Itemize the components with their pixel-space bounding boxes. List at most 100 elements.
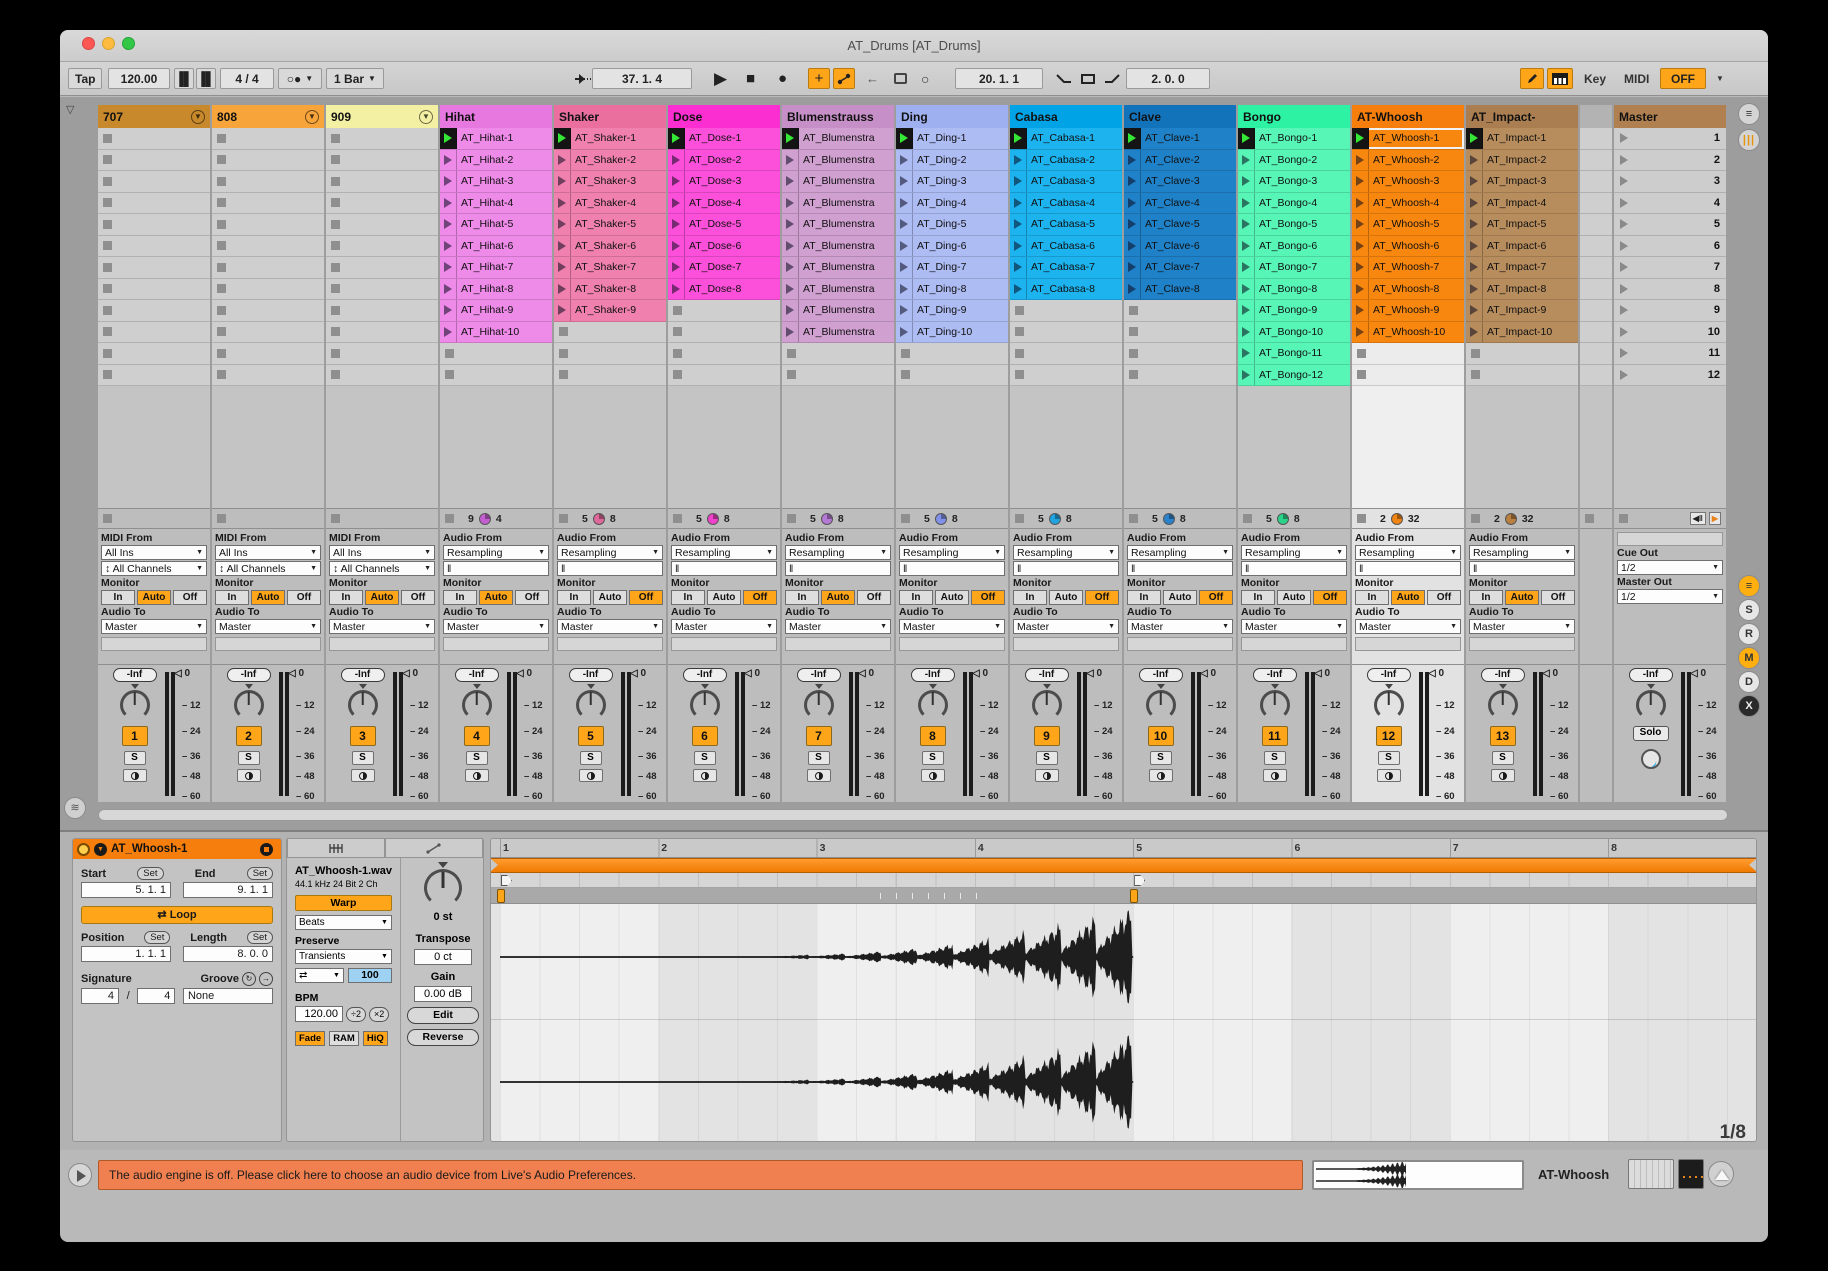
scene-launch-button[interactable] [1620,176,1628,186]
input-type-select[interactable]: All Ins▼ [329,545,435,560]
clip-slot[interactable]: AT_Bongo-2 [1238,150,1350,172]
clip[interactable]: AT_Ding-6 [896,236,1008,257]
clip[interactable]: AT_Impact-3 [1466,171,1578,192]
clip-launch-button[interactable] [1466,193,1483,214]
clip[interactable]: AT_Whoosh-6 [1352,236,1464,257]
clip-slot[interactable]: AT_Whoosh-1 [1352,128,1464,150]
pan-knob[interactable] [120,690,150,720]
stop-all-clips-square[interactable] [901,514,910,523]
clip-slot[interactable]: AT_Hihat-4 [440,193,552,215]
clip[interactable]: AT_Impact-1 [1466,128,1578,149]
empty-clip-slot[interactable] [98,300,210,322]
input-channel-select[interactable]: ‖ [557,561,663,576]
midi-off-indicator[interactable]: OFF [1660,68,1706,89]
clip-launch-button[interactable] [554,279,571,300]
loop-position-field[interactable]: 1. 1. 1 [81,946,171,962]
clip-stop-button[interactable] [217,198,226,207]
clip-launch-button[interactable] [1124,171,1141,192]
cue-out-select[interactable]: 1/2▼ [1617,560,1723,575]
track-activator-button[interactable]: 13 [1490,726,1516,746]
clip-slot[interactable]: AT_Blumenstra [782,193,894,215]
mixer-section-toggle-icon[interactable]: ||| [1738,129,1760,151]
clip-launch-button[interactable] [1352,150,1369,171]
double-bpm-button[interactable]: ×2 [369,1007,389,1022]
clip-launch-button[interactable] [1238,343,1255,364]
clip-launch-button[interactable] [1238,300,1255,321]
clip-slot[interactable]: AT_Impact-1 [1466,128,1578,150]
clip[interactable]: AT_Ding-9 [896,300,1008,321]
empty-clip-slot[interactable] [1352,343,1464,365]
clip-launch-button[interactable] [1124,128,1141,149]
empty-clip-slot[interactable] [212,257,324,279]
waveform-area[interactable]: 1/8 [491,904,1756,1142]
empty-clip-slot[interactable] [1124,343,1236,365]
clip-launch-button[interactable] [1124,257,1141,278]
clip-slot[interactable]: AT_Clave-4 [1124,193,1236,215]
clip[interactable]: AT_Hihat-6 [440,236,552,257]
clip-stop-button[interactable] [1015,327,1024,336]
clip-slot[interactable]: AT_Dose-4 [668,193,780,215]
clip-slot[interactable]: AT_Cabasa-5 [1010,214,1122,236]
pan-knob[interactable] [1260,690,1290,720]
clip-slot[interactable]: AT_Hihat-7 [440,257,552,279]
clip-fold-icon[interactable]: ▼ [94,843,107,856]
clip-stop-button[interactable] [331,349,340,358]
clip-launch-button[interactable] [554,214,571,235]
pan-knob[interactable] [690,690,720,720]
empty-clip-slot[interactable] [212,193,324,215]
output-channel-chooser[interactable] [899,637,1005,651]
output-select[interactable]: Master▼ [899,619,1005,634]
empty-clip-slot[interactable] [98,214,210,236]
clip-stop-button[interactable] [217,306,226,315]
clip[interactable]: AT_Shaker-1 [554,128,666,149]
empty-clip-slot[interactable] [668,365,780,387]
arm-button[interactable] [1263,769,1287,782]
empty-clip-slot[interactable] [1010,322,1122,344]
clip-launch-button[interactable] [1352,322,1369,343]
clip-slot[interactable]: AT_Clave-3 [1124,171,1236,193]
clip-slot[interactable]: AT_Clave-1 [1124,128,1236,150]
clip-slot[interactable]: AT_Shaker-7 [554,257,666,279]
clip-slot[interactable]: AT_Dose-5 [668,214,780,236]
master-header[interactable]: Master [1614,105,1726,128]
clip-slot[interactable]: AT_Clave-2 [1124,150,1236,172]
output-channel-chooser[interactable] [1127,637,1233,651]
volume-fader-handle[interactable]: ◁ 0 [1314,668,1330,679]
time-signature-field[interactable]: 4 / 4 [220,68,274,89]
input-type-select[interactable]: Resampling▼ [1469,545,1575,560]
clip[interactable]: AT_Ding-5 [896,214,1008,235]
clip-slot[interactable]: AT_Impact-10 [1466,322,1578,344]
scene-launch-button[interactable] [1620,262,1628,272]
empty-clip-slot[interactable] [212,300,324,322]
clip-launch-button[interactable] [1010,193,1027,214]
clip-slot[interactable]: AT_Dose-7 [668,257,780,279]
scrub-area[interactable] [491,873,1756,888]
clip-launch-button[interactable] [1466,257,1483,278]
clip-slot[interactable]: AT_Bongo-5 [1238,214,1350,236]
volume-fader-handle[interactable]: ◁ 0 [288,668,304,679]
clip-launch-button[interactable] [896,257,913,278]
track-volume-field[interactable]: -Inf [227,668,271,682]
stop-all-clips-square[interactable] [217,514,226,523]
empty-clip-slot[interactable] [326,214,438,236]
clip-launch-button[interactable] [1238,193,1255,214]
track-volume-field[interactable]: -Inf [1629,668,1673,682]
clip[interactable]: AT_Blumenstra [782,128,894,149]
monitor-in-button[interactable]: In [785,590,819,605]
input-channel-select[interactable]: ↕ All Channels▼ [329,561,435,576]
arm-button[interactable] [693,769,717,782]
monitor-auto-button[interactable]: Auto [821,590,855,605]
monitor-off-button[interactable]: Off [1085,590,1119,605]
track-header[interactable]: Ding [896,105,1008,128]
clip-slot[interactable]: AT_Bongo-4 [1238,193,1350,215]
clip-launch-button[interactable] [1352,171,1369,192]
sends-toggle-icon[interactable]: S [1738,599,1760,621]
clip[interactable]: AT_Dose-2 [668,150,780,171]
clip-stop-button[interactable] [217,220,226,229]
arm-button[interactable] [1491,769,1515,782]
clip-slot[interactable]: AT_Hihat-1 [440,128,552,150]
output-channel-chooser[interactable] [1355,637,1461,651]
monitor-auto-button[interactable]: Auto [251,590,285,605]
empty-clip-slot[interactable] [212,214,324,236]
empty-clip-slot[interactable] [440,343,552,365]
